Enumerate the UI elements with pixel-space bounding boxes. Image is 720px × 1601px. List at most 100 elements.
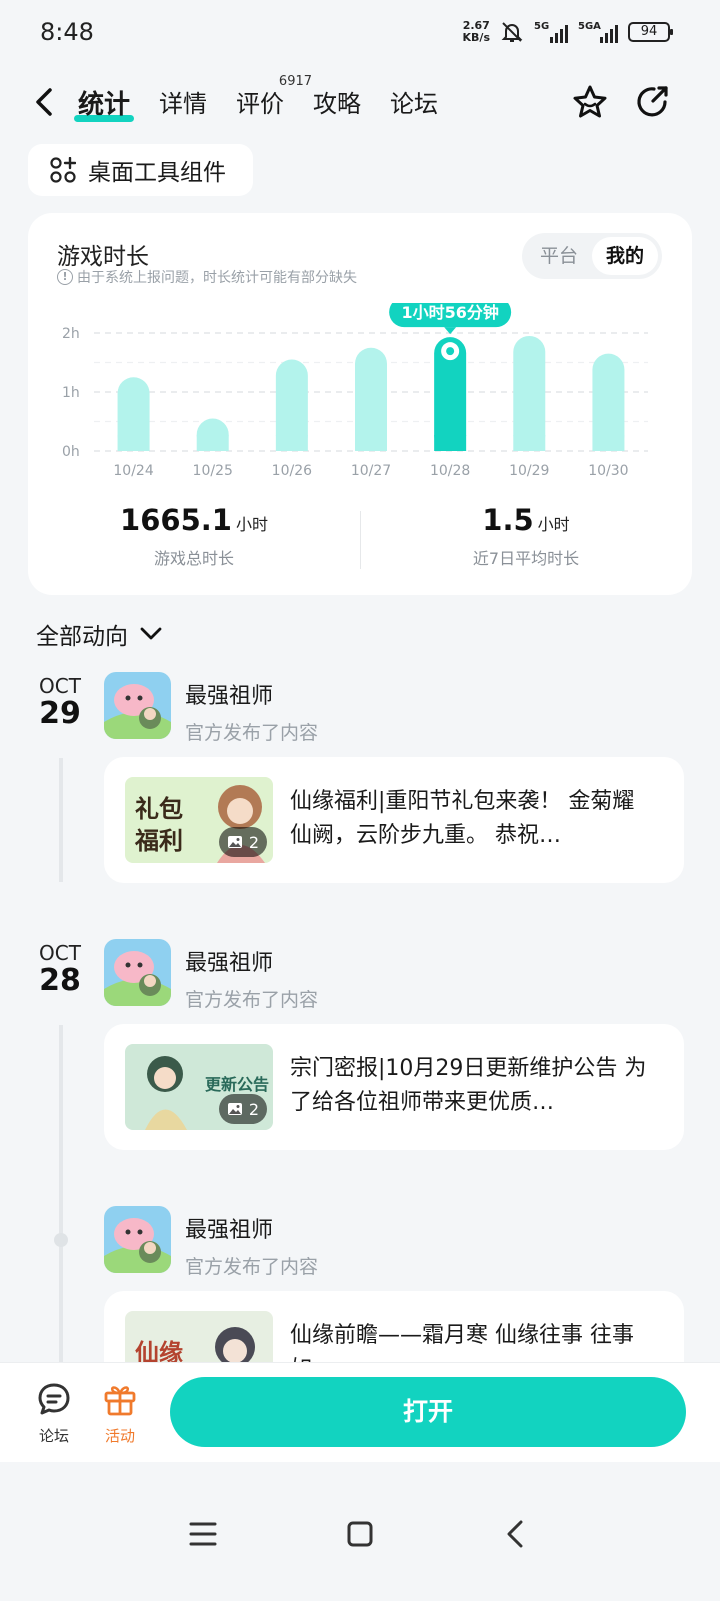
forum-button[interactable]: 论坛 xyxy=(24,1381,84,1446)
post-author: 最强祖师 官方发布了内容 xyxy=(104,672,318,745)
post-card[interactable]: 礼包福利 2 仙缘福利|重阳节礼包来袭！ 金菊耀仙阙，云阶步九重。 恭祝… xyxy=(104,757,684,883)
star-icon[interactable] xyxy=(570,82,610,122)
battery-icon: 94 xyxy=(628,22,673,42)
net-speed: 2.67 KB/s xyxy=(463,20,490,44)
gift-icon xyxy=(104,1386,136,1416)
author-action: 官方发布了内容 xyxy=(185,1256,319,1278)
net-speed-unit: KB/s xyxy=(462,31,490,44)
avg-unit: 小时 xyxy=(537,515,570,534)
date-label: OCT 29 xyxy=(38,674,82,730)
signal-5g-label: 5G xyxy=(534,21,550,32)
totals: 1665.1 小时 游戏总时长 1.5 小时 近7日平均时长 xyxy=(28,503,692,583)
activity-button[interactable]: 活动 xyxy=(90,1381,150,1446)
scope-toggle: 平台 我的 xyxy=(522,233,662,279)
tab-guides-label: 攻略 xyxy=(313,90,362,118)
x-tick-label: 10/27 xyxy=(351,463,391,479)
bar-base xyxy=(513,435,546,451)
author-name: 最强祖师 xyxy=(185,951,274,976)
svg-text:礼包: 礼包 xyxy=(135,794,183,823)
bar-base xyxy=(355,435,387,451)
menu-icon[interactable] xyxy=(183,1514,223,1554)
info-icon: ! xyxy=(57,269,73,285)
desktop-widget-button[interactable]: 桌面工具组件 xyxy=(28,144,253,196)
image-icon xyxy=(227,1103,242,1115)
x-tick-label: 10/30 xyxy=(588,463,628,479)
author-action: 官方发布了内容 xyxy=(185,722,319,744)
image-count-badge: 2 xyxy=(218,1094,267,1124)
avg-value: 1.5 xyxy=(482,503,534,537)
tooltip-pointer xyxy=(444,327,457,335)
stats-note: ! 由于系统上报问题，时长统计可能有部分缺失 xyxy=(57,267,357,287)
y-tick-label: 0h xyxy=(62,444,80,460)
svg-text:福利: 福利 xyxy=(134,826,183,855)
date-label: OCT 28 xyxy=(38,941,82,997)
back-icon[interactable] xyxy=(497,1514,537,1554)
bar-10/29 xyxy=(513,335,546,451)
back-arrow-icon[interactable] xyxy=(30,84,60,120)
game-avatar[interactable] xyxy=(104,939,171,1006)
total-playtime: 1665.1 小时 游戏总时长 xyxy=(28,503,360,583)
play-time-card: 游戏时长 ! 由于系统上报问题，时长统计可能有部分缺失 平台 我的 0h 1h 2h… xyxy=(28,213,692,595)
tab-details-label: 详情 xyxy=(159,90,208,118)
tab-stats[interactable]: 统计 xyxy=(73,84,135,124)
date-month: OCT xyxy=(39,674,81,698)
timeline-dot xyxy=(54,1233,68,1247)
y-tick-label: 1h xyxy=(62,385,80,401)
tooltip-text: 1小时56分钟 xyxy=(401,303,498,322)
image-icon xyxy=(227,836,242,848)
date-day: 29 xyxy=(39,696,81,731)
tab-details[interactable]: 详情 xyxy=(159,84,207,124)
tab-bar: 统计 详情 评价 6917 攻略 论坛 xyxy=(73,74,438,124)
post-text: 仙缘福利|重阳节礼包来袭！ 金菊耀仙阙，云阶步九重。 恭祝… xyxy=(290,789,635,848)
card-title: 游戏时长 xyxy=(57,244,149,270)
home-icon[interactable] xyxy=(340,1514,380,1554)
tab-guides[interactable]: 攻略 xyxy=(313,84,361,124)
author-action: 官方发布了内容 xyxy=(185,989,319,1011)
feed-filter-dropdown[interactable]: 全部动向 xyxy=(36,617,162,651)
bar-base xyxy=(196,435,229,451)
nav-actions xyxy=(570,82,672,122)
tab-reviews[interactable]: 评价 6917 xyxy=(236,74,312,124)
image-count: 2 xyxy=(248,832,259,852)
x-tick-label: 10/29 xyxy=(509,463,549,479)
image-count: 2 xyxy=(248,1099,259,1119)
system-nav-bar xyxy=(0,1462,720,1601)
svg-text:更新公告: 更新公告 xyxy=(205,1075,269,1094)
share-icon[interactable] xyxy=(632,82,672,122)
desktop-widget-label: 桌面工具组件 xyxy=(88,160,226,186)
feed-filter-label: 全部动向 xyxy=(36,624,128,650)
toggle-platform[interactable]: 平台 xyxy=(526,237,592,275)
tab-forum-label: 论坛 xyxy=(390,90,439,118)
x-tick-label: 10/26 xyxy=(272,463,312,479)
signal-5ga-icon: 5GA xyxy=(578,21,618,43)
game-avatar[interactable] xyxy=(104,672,171,739)
author-name: 最强祖师 xyxy=(185,684,274,709)
top-nav: 统计 详情 评价 6917 攻略 论坛 xyxy=(0,72,720,132)
bar-base xyxy=(434,435,467,451)
toggle-mine[interactable]: 我的 xyxy=(592,237,658,275)
author-name: 最强祖师 xyxy=(185,1218,274,1243)
tab-stats-label: 统计 xyxy=(78,90,131,120)
status-icons: 2.67 KB/s 5G 5GA 94 xyxy=(463,20,673,44)
tab-forum[interactable]: 论坛 xyxy=(390,84,438,124)
timeline-line xyxy=(59,758,63,882)
play-time-chart: 0h 1h 2h 10/24 10/25 10/26 10/27 10/28 1小时56分钟 10… xyxy=(62,303,648,479)
avg-label: 近7日平均时长 xyxy=(472,549,580,568)
x-tick-label: 10/28 xyxy=(430,463,470,479)
x-tick-label: 10/25 xyxy=(193,463,233,479)
x-tick-label: 10/24 xyxy=(113,463,153,479)
game-avatar[interactable] xyxy=(104,1206,171,1273)
signal-5ga-label: 5GA xyxy=(578,21,601,32)
avg-playtime: 1.5 小时 近7日平均时长 xyxy=(360,503,692,583)
total-label: 游戏总时长 xyxy=(153,549,234,568)
date-day: 28 xyxy=(39,963,81,998)
status-time: 8:48 xyxy=(40,18,94,46)
total-unit: 小时 xyxy=(235,515,268,534)
activity-label: 活动 xyxy=(104,1427,135,1445)
post-thumbnail: 更新公告 2 xyxy=(125,1044,273,1130)
image-count-badge: 2 xyxy=(218,827,267,857)
post-card[interactable]: 更新公告 2 宗门密报|10月29日更新维护公告 为了给各位祖师带来更优质… xyxy=(104,1024,684,1150)
stats-note-text: 由于系统上报问题，时长统计可能有部分缺失 xyxy=(77,270,357,286)
open-game-button[interactable]: 打开 xyxy=(170,1377,686,1447)
bottom-action-bar: 论坛 活动 打开 xyxy=(0,1362,720,1462)
